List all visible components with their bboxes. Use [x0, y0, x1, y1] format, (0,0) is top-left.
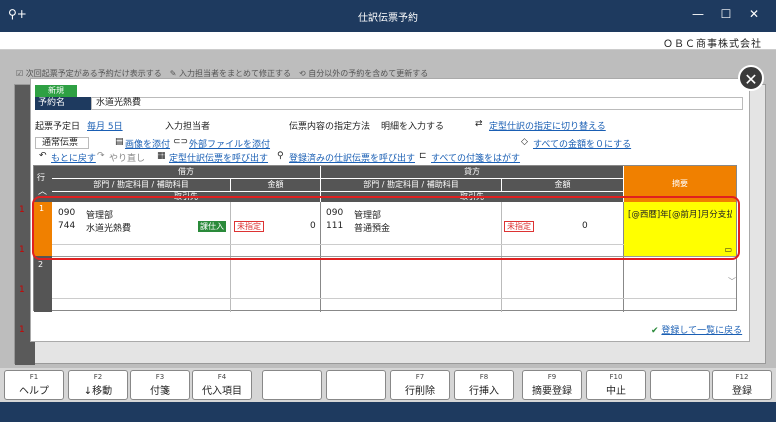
- f9-button[interactable]: F9 摘要登録: [522, 370, 582, 400]
- shitei-label: 伝票内容の指定方法: [289, 122, 371, 132]
- yoyaku-input[interactable]: 水道光熱費: [91, 97, 743, 110]
- remove-tags-link[interactable]: すべての付箋をはがす: [431, 151, 520, 164]
- title-bar: ⚲+ 仕訳伝票予約 — ☐ ✕: [0, 0, 776, 32]
- fkey-number: F3: [155, 373, 165, 381]
- fkey-label: 行削除: [405, 386, 435, 397]
- file-attach-link[interactable]: 外部ファイルを添付: [189, 137, 270, 150]
- kihyo-label: 起票予定日: [35, 122, 81, 132]
- attach-row: 通常伝票 ▤ 画像を添付 ⊂⊃ 外部ファイルを添付 ◇ すべての金額を０にする: [35, 137, 745, 150]
- company-bar: ＯＢＣ商事株式会社: [0, 32, 776, 50]
- footer-link-group: ✔ 登録して一覧に戻る: [651, 323, 742, 336]
- eraser-icon: ◇: [521, 137, 528, 147]
- registered-call-link[interactable]: 登録済みの仕訳伝票を呼び出す: [289, 151, 415, 164]
- fkey-label: 中止: [606, 386, 626, 397]
- fkey-number: F10: [609, 373, 623, 381]
- bg-row-number: 1: [19, 205, 25, 215]
- credit-header: 貸方: [321, 166, 623, 178]
- debit-header: 借方: [52, 166, 320, 178]
- shitei-value: 明細を入力する: [381, 122, 445, 132]
- row-label: 行: [37, 173, 45, 182]
- status-bar: [0, 402, 776, 422]
- f10-button[interactable]: F10 中止: [586, 370, 646, 400]
- tanto-label: 入力担当者: [165, 122, 211, 132]
- fkey-number: F9: [547, 373, 557, 381]
- divider: [52, 298, 736, 299]
- fkey-label: ヘルプ: [19, 386, 49, 397]
- f6-button[interactable]: [326, 370, 386, 400]
- fkey-number: F8: [479, 373, 489, 381]
- kihyo-value-link[interactable]: 毎月 5日: [87, 119, 123, 132]
- check-circle-icon: ✔: [651, 326, 659, 336]
- debit-amount-header: 金額: [231, 179, 320, 191]
- f3-button[interactable]: F3 付箋: [130, 370, 190, 400]
- scroll-down-icon[interactable]: ﹀: [728, 276, 736, 287]
- f12-button[interactable]: F12 登録: [712, 370, 772, 400]
- tag-icon: ⊏: [419, 151, 427, 161]
- switch-icon: ⇄: [475, 119, 483, 129]
- minimize-icon[interactable]: —: [688, 7, 708, 25]
- company-name: ＯＢＣ商事株式会社: [663, 39, 762, 50]
- toolbar-row: ↶ もとに戻す ↷ やり直し ▦ 定型仕訳伝票を呼び出す ⚲ 登録済みの仕訳伝票…: [35, 151, 745, 164]
- zero-all-link[interactable]: すべての金額を０にする: [533, 137, 631, 150]
- close-modal-icon[interactable]: ✕: [738, 65, 764, 91]
- redo-icon: ↷: [97, 151, 105, 161]
- credit-dept-header: 部門 / 勘定科目 / 補助科目: [321, 179, 501, 191]
- teikei-icon: ▦: [157, 151, 166, 161]
- tsujo-select[interactable]: 通常伝票: [35, 137, 89, 149]
- fkey-label: 摘要登録: [532, 386, 572, 397]
- f2-button[interactable]: F2 ↓移動: [68, 370, 128, 400]
- image-icon: ▤: [115, 137, 124, 147]
- f11-button[interactable]: [650, 370, 710, 400]
- fkey-label: 行挿入: [469, 386, 499, 397]
- fkey-label: ↓移動: [83, 386, 113, 397]
- fkey-number: F4: [217, 373, 227, 381]
- paperclip-icon: ⊂⊃: [173, 137, 189, 147]
- search-icon: ⚲: [277, 151, 284, 161]
- row-number-2[interactable]: 2: [38, 260, 43, 269]
- undo-icon: ↶: [39, 151, 47, 161]
- bg-row-number: 1: [19, 325, 25, 335]
- fkey-number: F2: [93, 373, 103, 381]
- fkey-label: 付箋: [150, 386, 170, 397]
- f4-button[interactable]: F4 代入項目: [192, 370, 252, 400]
- schedule-row: 起票予定日 毎月 5日 入力担当者 伝票内容の指定方法 明細を入力する ⇄ 定型…: [35, 119, 745, 132]
- fkey-number: F12: [735, 373, 749, 381]
- f8-button[interactable]: F8 行挿入: [454, 370, 514, 400]
- fkey-number: F7: [415, 373, 425, 381]
- f7-button[interactable]: F7 行削除: [390, 370, 450, 400]
- teikei-call-link[interactable]: 定型仕訳伝票を呼び出す: [169, 151, 268, 164]
- teikei-switch-link[interactable]: 定型仕訳の指定に切り替える: [489, 119, 606, 132]
- register-return-link[interactable]: 登録して一覧に戻る: [661, 326, 742, 336]
- maximize-icon[interactable]: ☐: [716, 7, 736, 25]
- bg-row-number: 1: [19, 245, 25, 255]
- f1-button[interactable]: F1 ヘルプ: [4, 370, 64, 400]
- redo-link[interactable]: やり直し: [109, 151, 145, 164]
- debit-dept-header: 部門 / 勘定科目 / 補助科目: [52, 179, 230, 191]
- close-window-icon[interactable]: ✕: [744, 7, 764, 25]
- image-attach-link[interactable]: 画像を添付: [125, 137, 170, 150]
- fkey-number: F1: [29, 373, 39, 381]
- window-title: 仕訳伝票予約: [358, 13, 418, 24]
- function-key-bar: F1 ヘルプ F2 ↓移動 F3 付箋 F4 代入項目 F7 行削除 F8 行挿入 F9 摘要…: [0, 368, 776, 402]
- undo-link[interactable]: もとに戻す: [51, 151, 96, 164]
- new-badge: 新規: [35, 85, 77, 97]
- f5-button[interactable]: [262, 370, 322, 400]
- bg-row-number: 1: [19, 285, 25, 295]
- fkey-label: 代入項目: [202, 386, 242, 397]
- highlight-box: [32, 196, 740, 260]
- fkey-label: 登録: [732, 386, 752, 397]
- credit-amount-header: 金額: [502, 179, 623, 191]
- yoyaku-label: 予約名: [35, 97, 91, 110]
